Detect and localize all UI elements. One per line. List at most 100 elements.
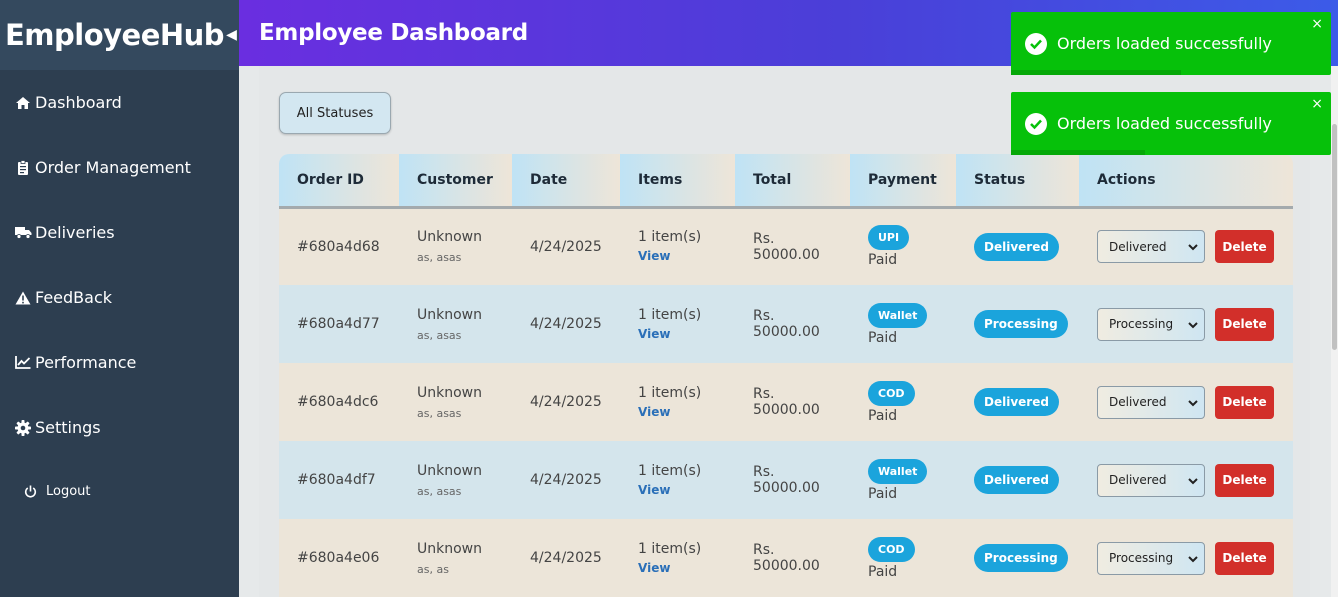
page-scrollbar[interactable] [1331,66,1338,597]
status-badge: Delivered [974,232,1059,261]
power-icon [24,485,37,498]
items-cell: 1 item(s) View [620,207,735,285]
total-amount: 50000.00 [753,324,820,340]
sidebar-item-label: Order Management [35,158,191,177]
actions-cell: Delivered Delete [1079,441,1293,519]
chevron-down-icon [1188,240,1198,257]
actions-cell: Delivered Delete [1079,363,1293,441]
customer-cell: Unknown as, as [399,519,512,597]
order-id-cell: #680a4d77 [279,285,399,363]
date-cell: 4/24/2025 [512,207,620,285]
view-items-link[interactable]: View [638,483,670,497]
clipboard-icon [14,159,32,176]
total-cell: Rs. 50000.00 [735,363,850,441]
status-select[interactable]: Delivered [1097,385,1205,419]
delete-button[interactable]: Delete [1215,307,1274,341]
close-icon[interactable]: × [1311,16,1323,32]
customer-name: Unknown [417,384,482,401]
items-count: 1 item(s) [638,229,702,246]
status-select[interactable]: Delivered [1097,463,1205,497]
date-cell: 4/24/2025 [512,441,620,519]
total-currency: Rs. [753,542,775,558]
table-row: #680a4d68 Unknown as, asas 4/24/2025 1 it… [279,207,1293,285]
brand: EmployeeHub ◀ [0,0,239,70]
view-items-link[interactable]: View [638,249,670,263]
status-badge: Processing [974,544,1068,572]
sidebar-item-deliveries[interactable]: Deliveries [14,223,115,242]
sidebar: EmployeeHub ◀ Dashboard Order Management… [0,0,239,597]
customer-name: Unknown [417,540,482,557]
brand-title: EmployeeHub [5,18,225,52]
total-cell: Rs. 50000.00 [735,441,850,519]
payment-method-badge: UPI [868,225,910,251]
payment-method-badge: Wallet [868,302,928,328]
customer-cell: Unknown as, asas [399,363,512,441]
logout-button[interactable]: Logout [24,484,91,499]
order-id-cell: #680a4dc6 [279,363,399,441]
column-header-total[interactable]: Total [735,154,850,209]
total-amount: 50000.00 [753,558,820,574]
status-filter-button[interactable]: All Statuses [279,92,391,134]
payment-cell: COD Paid [850,519,956,597]
delete-button[interactable]: Delete [1215,230,1274,264]
column-header-customer[interactable]: Customer [399,154,512,209]
sidebar-item-dashboard[interactable]: Dashboard [14,93,122,112]
payment-method-badge: Wallet [868,458,928,484]
status-select[interactable]: Delivered [1097,230,1205,264]
delete-button[interactable]: Delete [1215,541,1274,575]
view-items-link[interactable]: View [638,327,670,341]
total-currency: Rs. [753,386,775,402]
status-cell: Delivered [956,363,1079,441]
column-header-items[interactable]: Items [620,154,735,209]
table-row: #680a4df7 Unknown as, asas 4/24/2025 1 it… [279,441,1293,519]
customer-cell: Unknown as, asas [399,441,512,519]
table-row: #680a4dc6 Unknown as, asas 4/24/2025 1 it… [279,363,1293,441]
payment-cell: Wallet Paid [850,285,956,363]
column-header-date[interactable]: Date [512,154,620,209]
gear-icon [14,419,32,436]
delete-button[interactable]: Delete [1215,385,1274,419]
customer-cell: Unknown as, asas [399,207,512,285]
scrollbar-thumb[interactable] [1332,124,1337,350]
sidebar-item-feedback[interactable]: FeedBack [14,288,112,307]
page-title: Employee Dashboard [259,20,528,46]
chevron-down-icon [1188,318,1198,335]
status-badge: Delivered [974,466,1059,494]
payment-status: Paid [868,407,898,424]
toast-progress-bar [1011,70,1181,75]
customer-name: Unknown [417,306,482,323]
total-currency: Rs. [753,464,775,480]
customer-address: as, as [417,562,449,576]
sidebar-item-performance[interactable]: Performance [14,353,136,372]
view-items-link[interactable]: View [638,561,670,575]
date-cell: 4/24/2025 [512,519,620,597]
table-row: #680a4e06 Unknown as, as 4/24/2025 1 item… [279,519,1293,597]
delete-button[interactable]: Delete [1215,463,1274,497]
column-header-payment[interactable]: Payment [850,154,956,209]
payment-cell: UPI Paid [850,207,956,285]
status-cell: Delivered [956,441,1079,519]
sidebar-item-order-management[interactable]: Order Management [14,158,191,177]
total-amount: 50000.00 [753,246,820,263]
sidebar-item-label: Performance [35,353,137,372]
sidebar-toggle-icon[interactable]: ◀ [226,27,237,43]
items-cell: 1 item(s) View [620,285,735,363]
customer-cell: Unknown as, asas [399,285,512,363]
close-icon[interactable]: × [1311,96,1323,112]
total-currency: Rs. [753,230,775,247]
total-cell: Rs. 50000.00 [735,207,850,285]
column-header-status[interactable]: Status [956,154,1079,209]
sidebar-item-settings[interactable]: Settings [14,418,101,437]
column-header-order-id[interactable]: Order ID [279,154,399,209]
view-items-link[interactable]: View [638,405,670,419]
status-select[interactable]: Processing [1097,307,1205,341]
actions-cell: Processing Delete [1079,285,1293,363]
sidebar-item-label: Settings [35,418,101,437]
total-cell: Rs. 50000.00 [735,519,850,597]
payment-method-badge: COD [868,536,915,562]
items-cell: 1 item(s) View [620,363,735,441]
orders-table: Order ID Customer Date Items Total Payme… [279,154,1293,597]
status-select[interactable]: Processing [1097,541,1205,575]
toast-progress-bar [1011,150,1146,155]
customer-name: Unknown [417,229,482,246]
